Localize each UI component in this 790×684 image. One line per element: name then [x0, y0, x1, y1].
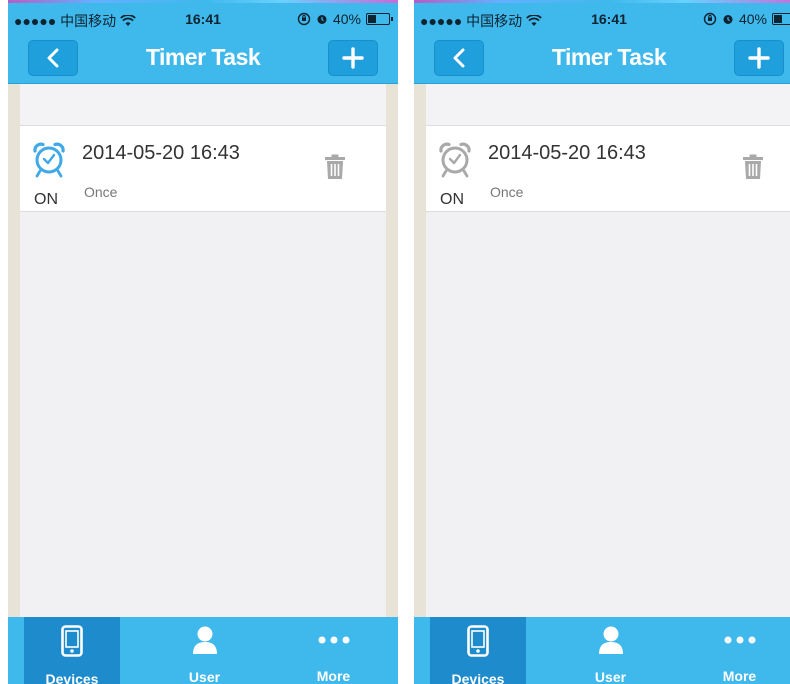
- status-indicators: 40%: [297, 11, 393, 27]
- tab-devices-label: Devices: [45, 671, 99, 684]
- tab-bar: Devices User More: [8, 617, 398, 684]
- task-repeat-label: Once: [84, 184, 118, 200]
- wifi-icon: [526, 15, 542, 26]
- alarm-status-icon: [723, 15, 733, 24]
- task-datetime: 2014-05-20 16:43: [488, 142, 646, 164]
- phone-screen-right: ●●●●● 中国移动 16:41 40% Timer Task ON 2014-…: [414, 0, 790, 684]
- status-bar-highlight: [414, 0, 790, 3]
- tab-user[interactable]: User: [140, 617, 269, 684]
- plus-icon: [748, 47, 770, 69]
- add-task-button[interactable]: [734, 40, 784, 76]
- tab-bar: Devices User More: [414, 617, 790, 684]
- orientation-lock-icon: [703, 12, 717, 26]
- alarm-clock-icon[interactable]: [438, 142, 472, 178]
- timer-state-label: ON: [34, 191, 58, 208]
- tab-user[interactable]: User: [546, 617, 675, 684]
- more-icon: [318, 625, 350, 654]
- phone-screen-left: ●●●●● 中国移动 16:41 40% Timer Task ON 2014-…: [8, 0, 398, 684]
- timer-task-row[interactable]: ON 2014-05-20 16:43 Once: [20, 126, 386, 212]
- battery-icon: [772, 13, 790, 25]
- timer-state-label: ON: [440, 191, 464, 208]
- tab-devices[interactable]: Devices: [24, 617, 120, 684]
- battery-percent: 40%: [738, 11, 767, 27]
- timer-task-row[interactable]: ON 2014-05-20 16:43 Once: [426, 126, 790, 212]
- phone-icon: [467, 625, 489, 657]
- task-list: ON 2014-05-20 16:43 Once: [20, 84, 386, 617]
- battery-percent: 40%: [332, 11, 361, 27]
- status-indicators: 40%: [703, 11, 790, 27]
- list-header-gap: [426, 84, 790, 126]
- nav-bar: Timer Task: [8, 34, 398, 84]
- tab-more[interactable]: More: [269, 617, 398, 684]
- tab-devices[interactable]: Devices: [430, 617, 526, 684]
- status-bar: ●●●●● 中国移动 16:41 40%: [8, 0, 398, 34]
- status-time: 16:41: [185, 11, 221, 27]
- right-edge-strip: [386, 84, 398, 617]
- carrier-info: ●●●●● 中国移动: [420, 11, 542, 31]
- tab-devices-label: Devices: [451, 671, 505, 684]
- plus-icon: [342, 47, 364, 69]
- nav-bar: Timer Task: [414, 34, 790, 84]
- tab-user-label: User: [594, 669, 627, 684]
- tab-user-label: User: [188, 669, 221, 684]
- task-datetime: 2014-05-20 16:43: [82, 142, 240, 164]
- status-bar: ●●●●● 中国移动 16:41 40%: [414, 0, 790, 34]
- carrier-label: ●●●●● 中国移动: [14, 13, 117, 29]
- task-repeat-label: Once: [490, 184, 524, 200]
- tab-more[interactable]: More: [675, 617, 790, 684]
- trash-icon[interactable]: [742, 154, 764, 180]
- carrier-label: ●●●●● 中国移动: [420, 13, 523, 29]
- carrier-info: ●●●●● 中国移动: [14, 11, 136, 31]
- orientation-lock-icon: [297, 12, 311, 26]
- status-time: 16:41: [591, 11, 627, 27]
- user-icon: [192, 625, 218, 655]
- left-edge-strip: [414, 84, 426, 617]
- add-task-button[interactable]: [328, 40, 378, 76]
- phone-icon: [61, 625, 83, 657]
- task-list: ON 2014-05-20 16:43 Once: [426, 84, 790, 617]
- list-header-gap: [20, 84, 386, 126]
- wifi-icon: [120, 15, 136, 26]
- tab-more-label: More: [722, 668, 757, 684]
- alarm-status-icon: [317, 15, 327, 24]
- status-bar-highlight: [8, 0, 398, 3]
- user-icon: [598, 625, 624, 655]
- battery-icon: [366, 13, 393, 25]
- left-edge-strip: [8, 84, 20, 617]
- more-icon: [724, 625, 756, 654]
- alarm-clock-icon[interactable]: [32, 142, 66, 178]
- trash-icon[interactable]: [324, 154, 346, 180]
- tab-more-label: More: [316, 668, 351, 684]
